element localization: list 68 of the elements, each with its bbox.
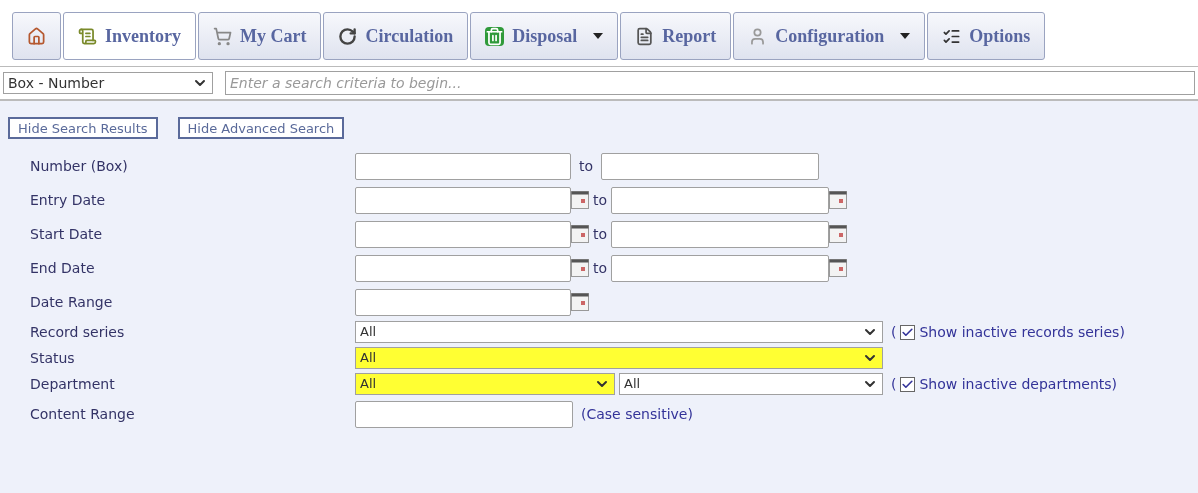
select-value: All — [624, 375, 641, 394]
select-dropdown[interactable]: All — [355, 373, 615, 395]
paren: ( — [891, 374, 897, 394]
text-input[interactable] — [355, 254, 571, 282]
toggle-button[interactable]: Hide Advanced Search — [177, 117, 345, 139]
text-input[interactable] — [355, 186, 571, 214]
calendar-icon[interactable] — [571, 293, 589, 311]
select-dropdown[interactable]: All — [355, 321, 883, 343]
checkbox-label: Show inactive departments — [919, 374, 1112, 394]
select-dropdown[interactable]: All — [619, 373, 883, 395]
toolbar-tab[interactable]: Inventory — [63, 12, 196, 60]
toolbar-tab[interactable]: My Cart — [198, 12, 322, 60]
text-input[interactable] — [355, 152, 571, 180]
field-label: Date Range — [29, 292, 114, 312]
cart-icon — [213, 26, 232, 46]
to-label: to — [593, 258, 608, 278]
calendar-icon[interactable] — [571, 259, 589, 277]
toolbar-tab[interactable]: Options — [927, 12, 1046, 60]
toolbar-tab[interactable]: Circulation — [323, 12, 469, 60]
toolbar-tab[interactable]: Report — [620, 12, 732, 60]
calendar-icon[interactable] — [829, 225, 848, 243]
search-field-select[interactable]: Box - Number — [3, 72, 213, 94]
select-value: Box - Number — [8, 73, 105, 93]
field-label: End Date — [29, 258, 96, 278]
text-input[interactable] — [611, 254, 830, 282]
field-label: Entry Date — [29, 190, 107, 210]
dropdown-caret-icon — [593, 33, 604, 39]
text-input[interactable] — [611, 186, 830, 214]
calendar-icon[interactable] — [829, 191, 848, 209]
text-input[interactable] — [601, 152, 820, 180]
checkbox-label: Show inactive records series — [919, 322, 1120, 342]
field-label: Content Range — [29, 404, 136, 424]
calendar-icon[interactable] — [571, 191, 589, 209]
home-icon — [27, 26, 46, 46]
select-value: All — [360, 323, 377, 342]
to-label: to — [593, 190, 608, 210]
field-label: Number (Box) — [29, 156, 129, 176]
to-label: to — [579, 158, 594, 174]
bin-icon — [485, 26, 505, 46]
scroll-icon — [78, 26, 97, 46]
dropdown-caret-icon — [900, 33, 911, 39]
text-input[interactable] — [355, 400, 573, 428]
calendar-icon[interactable] — [829, 259, 848, 277]
toggle-button[interactable]: Hide Search Results — [8, 117, 158, 139]
document-icon — [635, 26, 655, 46]
select-dropdown[interactable]: All — [355, 347, 883, 369]
hint-text: (Case sensitive) — [581, 404, 693, 424]
toolbar-tab[interactable]: Configuration — [733, 12, 926, 60]
field-label: Status — [29, 348, 76, 368]
refresh-icon — [338, 26, 358, 46]
checkbox[interactable] — [900, 324, 916, 340]
text-input[interactable] — [355, 220, 571, 248]
field-label: Record series — [29, 322, 126, 342]
paren: ) — [1119, 322, 1125, 342]
to-label: to — [593, 224, 608, 244]
select-value: All — [360, 349, 377, 368]
paren: ) — [1111, 374, 1118, 394]
checkbox[interactable] — [900, 376, 916, 392]
text-input[interactable] — [355, 288, 571, 316]
text-input[interactable] — [611, 220, 830, 248]
search-input[interactable]: Enter a search criteria to begin... — [225, 71, 1195, 95]
calendar-icon[interactable] — [571, 225, 589, 243]
field-label: Start Date — [29, 224, 104, 244]
toolbar-tab[interactable] — [12, 12, 61, 60]
paren: ( — [891, 322, 897, 342]
field-label: Department — [29, 374, 116, 394]
select-value: All — [360, 375, 377, 394]
toolbar-tab[interactable]: Disposal — [470, 12, 619, 60]
